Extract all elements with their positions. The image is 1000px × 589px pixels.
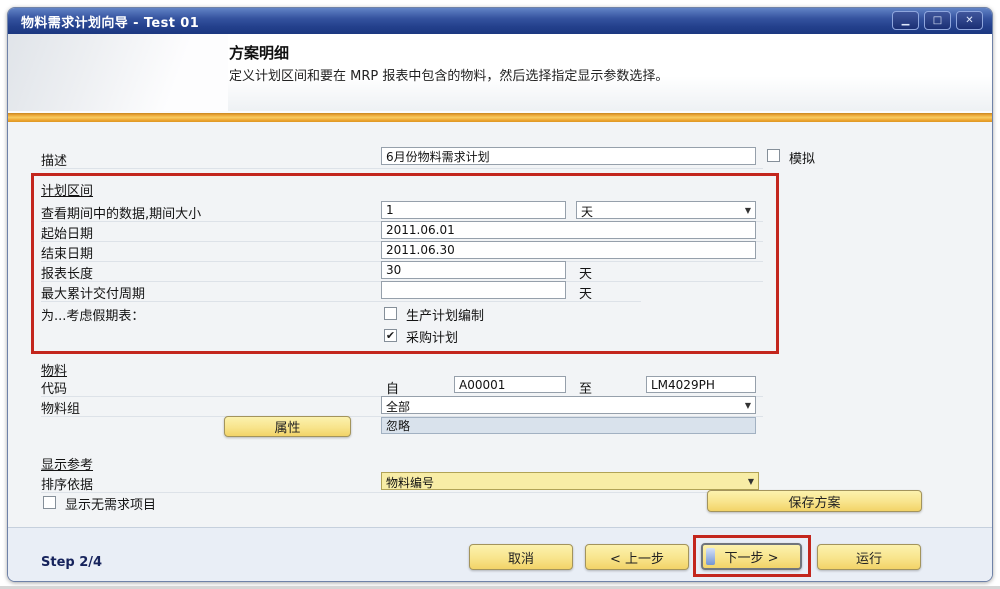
production-planning-checkbox[interactable] bbox=[384, 307, 397, 320]
cancel-button[interactable]: 取消 bbox=[469, 544, 573, 570]
no-demand-checkbox[interactable] bbox=[43, 496, 56, 509]
simulation-checkbox[interactable] bbox=[767, 149, 780, 162]
back-button[interactable]: < 上一步 bbox=[585, 544, 689, 570]
attributes-button-label: 属性 bbox=[274, 417, 300, 436]
page-subtitle: 定义计划区间和要在 MRP 报表中包含的物料，然后选择指定显示参数选择。 bbox=[229, 65, 668, 84]
sort-by-label: 排序依据 bbox=[41, 474, 93, 493]
maximize-button[interactable]: □ bbox=[924, 11, 951, 30]
section-planning-interval: 计划区间 bbox=[41, 180, 93, 199]
description-input[interactable] bbox=[381, 147, 756, 165]
end-date-label: 结束日期 bbox=[41, 243, 93, 262]
row-separator bbox=[41, 492, 763, 493]
simulation-label: 模拟 bbox=[789, 148, 815, 167]
save-scheme-button[interactable]: 保存方案 bbox=[707, 490, 922, 512]
gold-divider-bar bbox=[8, 111, 992, 124]
default-button-accent bbox=[706, 548, 715, 565]
row-separator bbox=[41, 301, 641, 302]
code-to-input[interactable] bbox=[646, 376, 756, 393]
report-length-label: 报表长度 bbox=[41, 263, 93, 282]
attributes-button[interactable]: 属性 bbox=[224, 416, 351, 437]
chevron-down-icon: ▼ bbox=[745, 206, 751, 215]
minimize-button[interactable]: ▁ bbox=[892, 11, 919, 30]
window-controls: ▁ □ ✕ bbox=[892, 11, 983, 30]
section-display-reference: 显示参考 bbox=[41, 454, 93, 473]
chevron-down-icon: ▼ bbox=[748, 477, 754, 486]
minimize-icon: ▁ bbox=[902, 15, 910, 26]
start-date-input[interactable] bbox=[381, 221, 756, 239]
description-label: 描述 bbox=[41, 150, 67, 169]
save-scheme-label: 保存方案 bbox=[788, 492, 840, 511]
no-demand-label: 显示无需求项目 bbox=[65, 494, 156, 513]
close-button[interactable]: ✕ bbox=[956, 11, 983, 30]
to-label: 至 bbox=[579, 378, 592, 397]
screenshot-stage: 物料需求计划向导 - Test 01 ▁ □ ✕ 方案明细 定义计划区间和要在 … bbox=[0, 0, 1000, 589]
period-unit-value: 天 bbox=[581, 205, 593, 219]
maximize-icon: □ bbox=[933, 15, 942, 26]
max-lead-time-unit: 天 bbox=[579, 283, 592, 302]
material-group-label: 物料组 bbox=[41, 398, 80, 417]
sort-by-value: 物料编号 bbox=[386, 476, 434, 490]
mrp-wizard-window: 物料需求计划向导 - Test 01 ▁ □ ✕ 方案明细 定义计划区间和要在 … bbox=[7, 7, 993, 582]
step-indicator: Step 2/4 bbox=[41, 555, 102, 570]
checkmark: ✔ bbox=[386, 329, 395, 342]
from-label: 自 bbox=[386, 378, 399, 397]
purchase-planning-label: 采购计划 bbox=[406, 327, 458, 346]
material-group-dropdown[interactable]: 全部 ▼ bbox=[381, 396, 756, 414]
code-from-input[interactable] bbox=[454, 376, 566, 393]
period-unit-dropdown[interactable]: 天 ▼ bbox=[576, 201, 756, 219]
end-date-input[interactable] bbox=[381, 241, 756, 259]
titlebar[interactable]: 物料需求计划向导 - Test 01 bbox=[8, 8, 992, 34]
start-date-label: 起始日期 bbox=[41, 223, 93, 242]
report-length-input[interactable] bbox=[381, 261, 566, 279]
purchase-planning-checkbox[interactable]: ✔ bbox=[384, 329, 397, 342]
sort-by-dropdown[interactable]: 物料编号 ▼ bbox=[381, 472, 759, 490]
run-button[interactable]: 运行 bbox=[817, 544, 921, 570]
ignore-field: 忽略 bbox=[381, 417, 756, 434]
holiday-label: 为...考虑假期表： bbox=[41, 305, 144, 324]
row-separator bbox=[41, 168, 763, 169]
chevron-down-icon: ▼ bbox=[745, 401, 751, 410]
period-label: 查看期间中的数据,期间大小 bbox=[41, 203, 201, 222]
cancel-label: 取消 bbox=[508, 548, 534, 567]
page-title: 方案明细 bbox=[229, 42, 289, 63]
code-label: 代码 bbox=[41, 378, 67, 397]
next-label: 下一步 > bbox=[724, 547, 778, 566]
max-lead-time-input[interactable] bbox=[381, 281, 566, 299]
window-title: 物料需求计划向导 - Test 01 bbox=[8, 12, 199, 31]
period-size-input[interactable] bbox=[381, 201, 566, 219]
material-group-value: 全部 bbox=[386, 400, 410, 414]
section-material: 物料 bbox=[41, 360, 67, 379]
header-shade bbox=[8, 34, 228, 111]
production-planning-label: 生产计划编制 bbox=[406, 305, 484, 324]
next-button[interactable]: 下一步 > bbox=[701, 543, 802, 570]
report-length-unit: 天 bbox=[579, 263, 592, 282]
run-label: 运行 bbox=[856, 548, 882, 567]
wizard-header: 方案明细 定义计划区间和要在 MRP 报表中包含的物料，然后选择指定显示参数选择… bbox=[8, 34, 992, 111]
back-label: < 上一步 bbox=[610, 548, 664, 567]
close-icon: ✕ bbox=[965, 15, 973, 26]
max-lead-time-label: 最大累计交付周期 bbox=[41, 283, 145, 302]
